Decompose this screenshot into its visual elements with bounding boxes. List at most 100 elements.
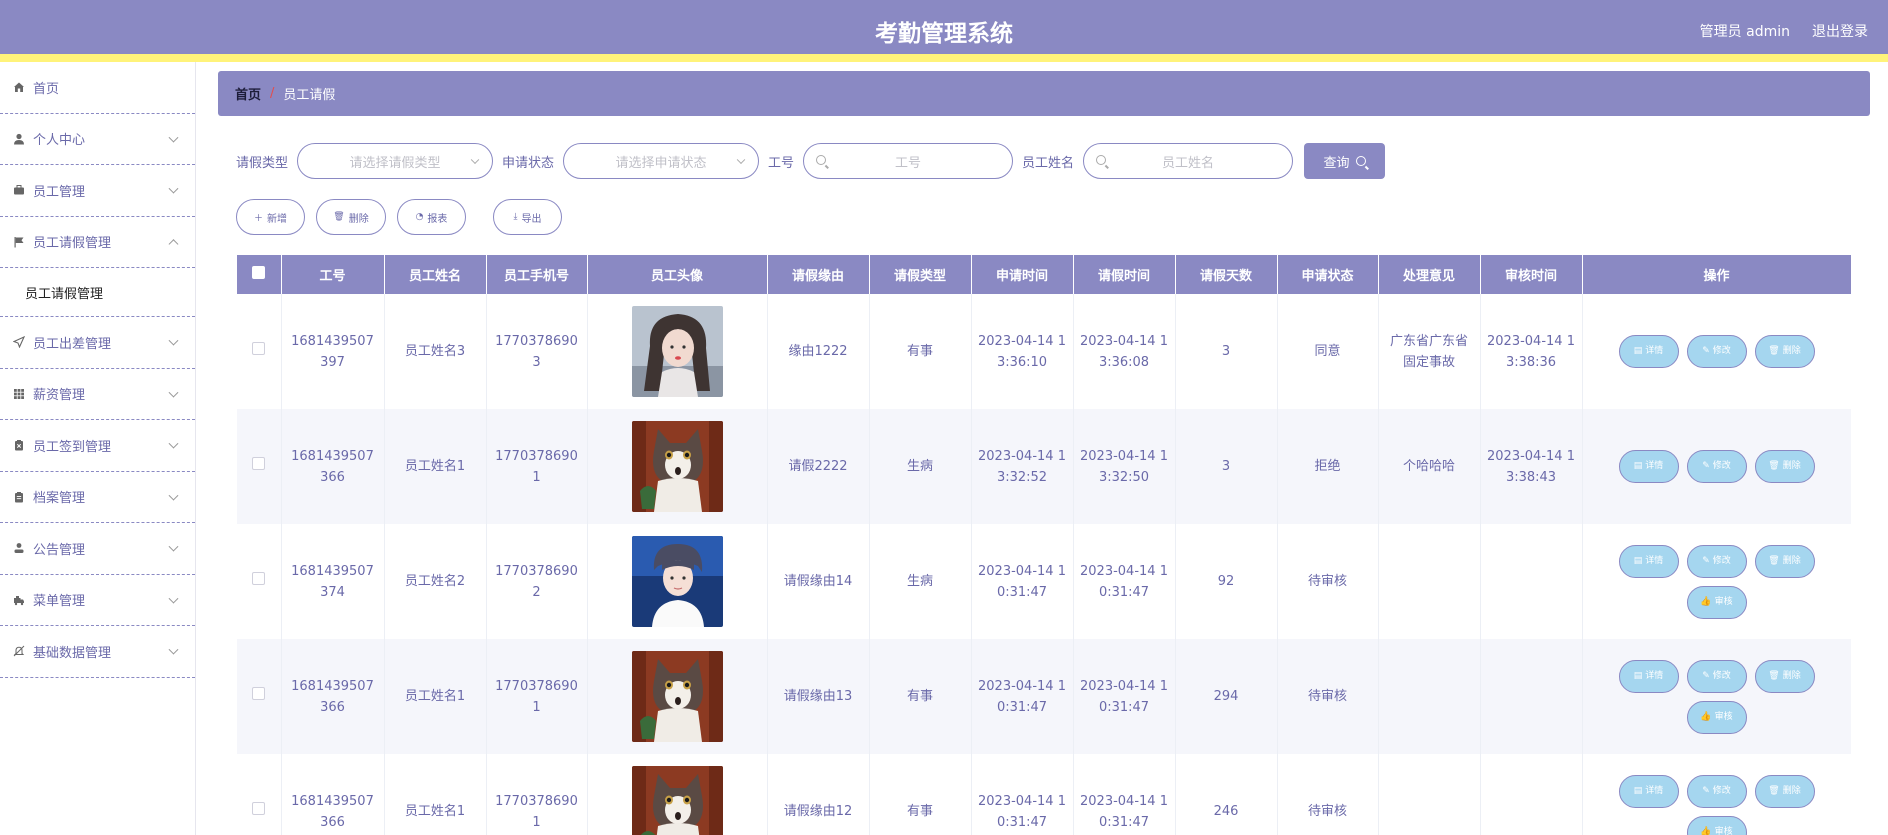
row-checkbox[interactable] (252, 802, 266, 815)
select-all-checkbox[interactable] (252, 266, 266, 279)
row-select-cell[interactable] (237, 409, 282, 524)
delete-button[interactable]: 🗑 删除 (316, 199, 386, 235)
detail-button[interactable]: ▤ 详情 (1618, 335, 1679, 368)
edit-button[interactable]: ✎ 修改 (1686, 450, 1747, 483)
status-select[interactable]: 请选择申请状态 (563, 143, 760, 179)
cell-status: 同意 (1277, 294, 1379, 409)
sidebar-item-salary[interactable]: 薪资管理 (0, 369, 195, 420)
delete-label: 删除 (348, 213, 369, 225)
row-select-cell[interactable] (237, 639, 282, 754)
delete-row-button[interactable]: 🗑 删除 (1754, 774, 1815, 808)
sidebar-item-checkin[interactable]: 员工签到管理 (0, 420, 195, 472)
col-header: 审核时间 (1480, 255, 1583, 294)
cell-reason: 请假缘由14 (767, 524, 870, 639)
cell-name: 员工姓名1 (384, 639, 487, 754)
op-label: 详情 (1645, 461, 1664, 471)
sidebar-item-employee[interactable]: 员工管理 (0, 165, 195, 217)
search-bar: 请假类型 请选择请假类型 申请状态 请选择申请状态 工号 工号 员工姓名 员工姓… (236, 143, 1386, 179)
breadcrumb-home[interactable]: 首页 (235, 84, 261, 103)
cell-review-time: 2023-04-14 13:38:43 (1480, 409, 1583, 524)
bell-off-icon (12, 644, 26, 658)
chevron-down-icon (168, 335, 179, 346)
trash-icon: 🗑 (1768, 555, 1780, 566)
audit-button[interactable]: 👍 审核 (1686, 815, 1747, 835)
cell-apply-time: 2023-04-14 10:31:47 (971, 524, 1074, 639)
op-label: 修改 (1712, 785, 1731, 796)
delete-row-button[interactable]: 🗑 删除 (1754, 659, 1815, 693)
export-button[interactable]: ⤓ 导出 (493, 199, 562, 235)
cell-days: 3 (1175, 409, 1278, 524)
delete-row-button[interactable]: 🗑 删除 (1754, 450, 1815, 483)
file-icon: ▤ (1633, 346, 1643, 356)
query-button[interactable]: 查询 (1304, 143, 1386, 179)
audit-button[interactable]: 👍 审核 (1686, 585, 1747, 619)
table-row: 1681439507366 员工姓名1 17703786901 请假2222 生病 20… (237, 409, 1851, 524)
cell-days: 246 (1175, 754, 1278, 835)
op-label: 删除 (1782, 785, 1801, 796)
leave-type-select[interactable]: 请选择请假类型 (297, 143, 494, 179)
row-select-cell[interactable] (237, 754, 282, 835)
cell-operations: ▤ 详情 ✎ 修改 🗑 删除 👍 审核 (1582, 639, 1851, 754)
sidebar-item-label: 员工签到管理 (33, 439, 112, 455)
truck-icon (12, 593, 26, 607)
op-label: 详情 (1645, 785, 1664, 796)
report-button[interactable]: ◔ 报表 (397, 199, 466, 235)
sidebar-item-basic-data[interactable]: 基础数据管理 (0, 626, 195, 678)
logout-link[interactable]: 退出登录 (1812, 21, 1868, 41)
name-input[interactable]: 员工姓名 (1083, 143, 1294, 179)
id-input[interactable]: 工号 (803, 143, 1014, 179)
audit-button[interactable]: 👍 审核 (1686, 700, 1747, 734)
edit-button[interactable]: ✎ 修改 (1686, 659, 1747, 693)
add-button[interactable]: ＋ 新增 (236, 199, 305, 235)
delete-row-button[interactable]: 🗑 删除 (1754, 335, 1815, 368)
row-checkbox[interactable] (252, 572, 266, 585)
delete-row-button[interactable]: 🗑 删除 (1754, 544, 1815, 578)
cell-leave-time: 2023-04-14 13:36:08 (1073, 294, 1176, 409)
sidebar-item-archive[interactable]: 档案管理 (0, 472, 195, 523)
row-select-cell[interactable] (237, 524, 282, 639)
detail-button[interactable]: ▤ 详情 (1618, 450, 1679, 483)
trash-icon: 🗑 (1768, 785, 1780, 796)
cell-reason: 请假缘由12 (767, 754, 870, 835)
edit-button[interactable]: ✎ 修改 (1686, 774, 1747, 808)
cell-avatar (587, 294, 768, 409)
row-checkbox[interactable] (252, 342, 266, 355)
file-icon: ▤ (1633, 670, 1643, 681)
chevron-down-icon (168, 541, 179, 552)
sidebar-item-label: 员工出差管理 (33, 336, 112, 352)
grid-icon (12, 387, 26, 401)
search-icon (1355, 156, 1366, 166)
breadcrumb-current: 员工请假 (283, 88, 336, 103)
row-checkbox[interactable] (252, 687, 266, 700)
sidebar-item-label: 公告管理 (33, 542, 86, 558)
row-select-cell[interactable] (237, 294, 282, 409)
edit-button[interactable]: ✎ 修改 (1686, 335, 1747, 368)
cell-phone: 17703786902 (486, 524, 588, 639)
trash-icon: 🗑 (1768, 346, 1780, 356)
op-label: 修改 (1712, 670, 1731, 681)
select-all-cell[interactable] (237, 255, 282, 294)
sidebar-item-business-trip[interactable]: 员工出差管理 (0, 317, 195, 369)
detail-button[interactable]: ▤ 详情 (1618, 774, 1679, 808)
sidebar-item-personal-center[interactable]: 个人中心 (0, 114, 195, 165)
sidebar-item-leave[interactable]: 员工请假管理 (0, 217, 195, 268)
sidebar-item-menu[interactable]: 菜单管理 (0, 575, 195, 626)
edit-button[interactable]: ✎ 修改 (1686, 544, 1747, 578)
app-title: 考勤管理系统 (875, 21, 1013, 47)
detail-button[interactable]: ▤ 详情 (1618, 544, 1679, 578)
trash-icon: 🗑 (1768, 670, 1780, 681)
col-header: 操作 (1582, 255, 1851, 294)
row-checkbox[interactable] (252, 457, 266, 470)
id-placeholder: 工号 (895, 155, 922, 171)
sidebar-item-notice[interactable]: 公告管理 (0, 523, 195, 575)
sidebar-item-label: 首页 (33, 81, 60, 97)
col-header: 申请时间 (971, 255, 1074, 294)
sidebar-item-home[interactable]: 首页 (0, 62, 195, 114)
pencil-icon: ✎ (1702, 670, 1710, 681)
cell-leave-time: 2023-04-14 10:31:47 (1073, 754, 1176, 835)
cell-days: 92 (1175, 524, 1278, 639)
cell-opinion (1378, 524, 1481, 639)
chevron-down-icon (168, 593, 179, 604)
detail-button[interactable]: ▤ 详情 (1618, 659, 1679, 693)
submenu-item-leave-management[interactable]: 员工请假管理 (0, 268, 195, 317)
